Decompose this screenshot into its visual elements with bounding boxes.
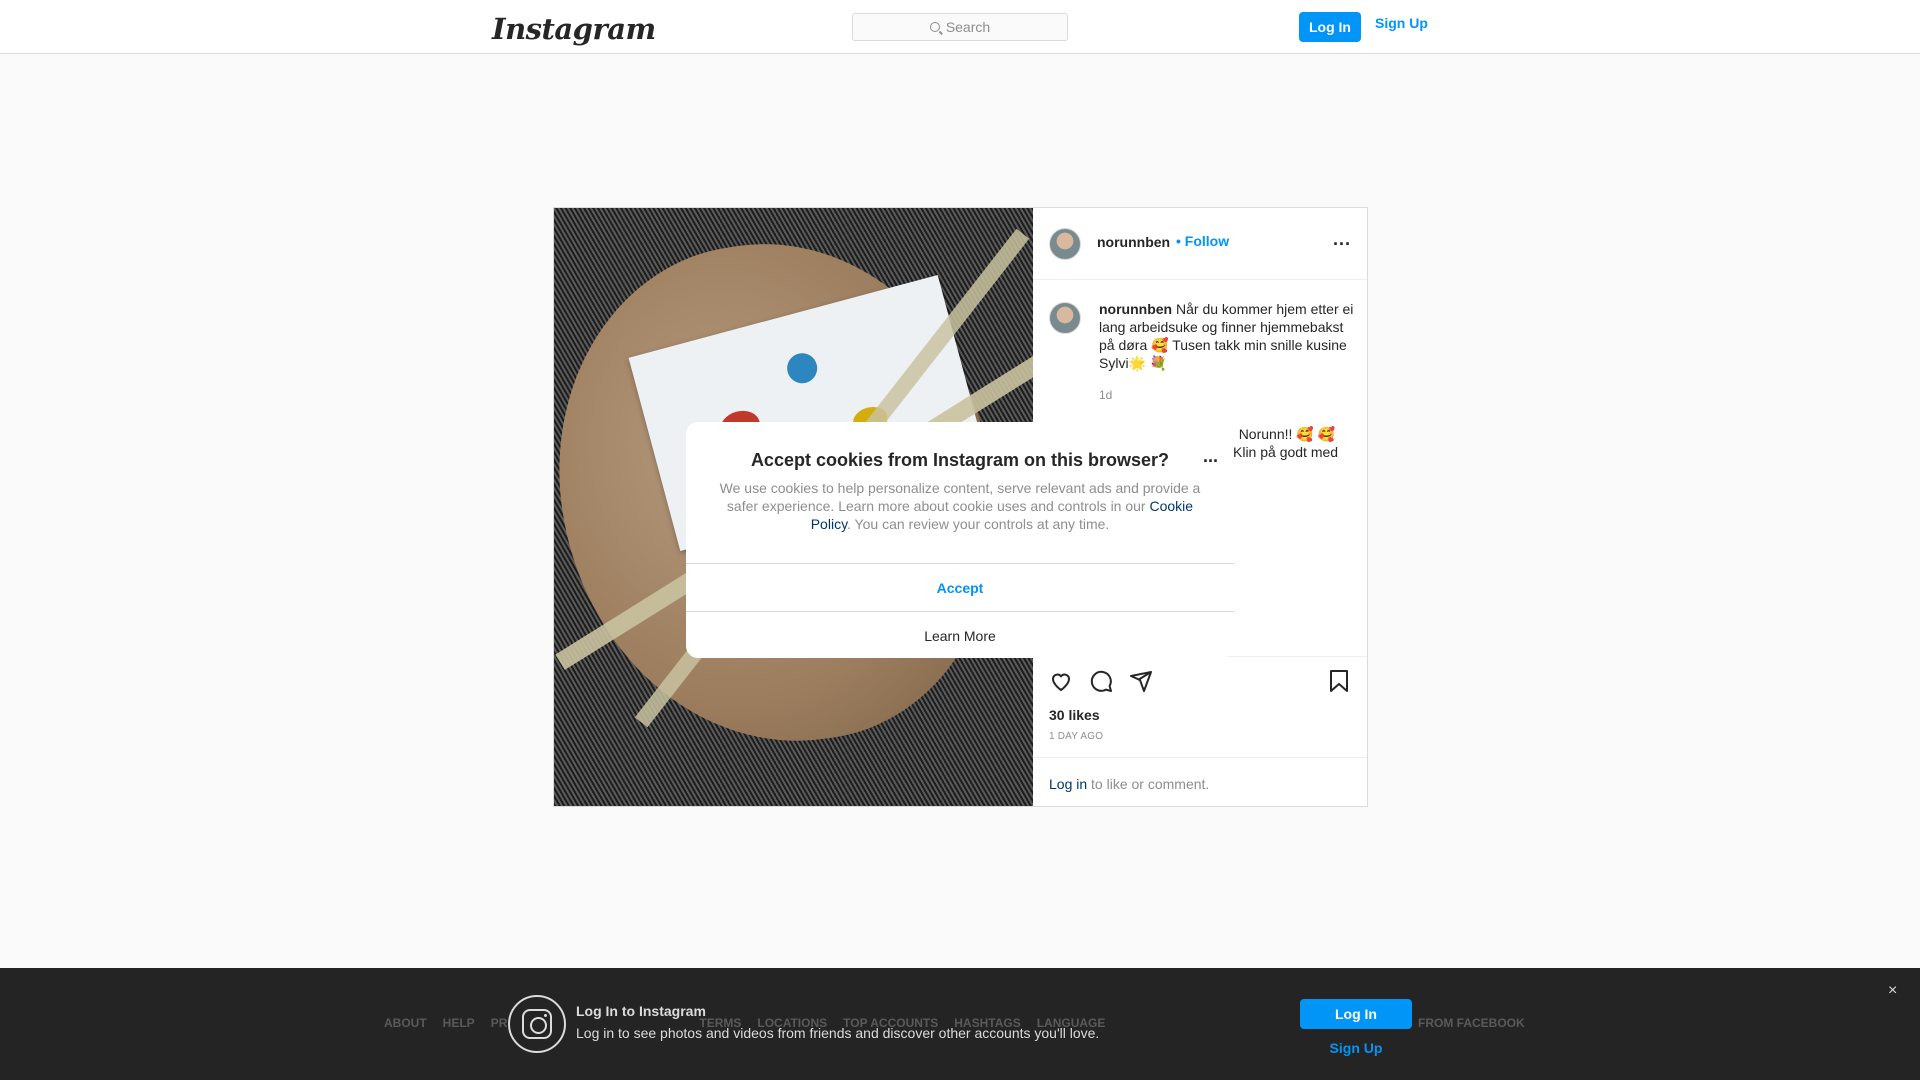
comment-icon[interactable] (1089, 669, 1113, 693)
post-caption: norunnben Når du kommer hjem etter ei la… (1099, 300, 1359, 372)
cookie-dialog-body: We use cookies to help personalize conte… (716, 479, 1204, 533)
banner-login-button[interactable]: Log In (1300, 999, 1412, 1029)
login-prompt-text: to like or comment. (1087, 776, 1210, 792)
accept-cookies-button[interactable]: Accept (686, 563, 1234, 611)
footer-link-press[interactable]: Pr (491, 1016, 508, 1030)
instagram-logo[interactable]: Instagram (492, 12, 656, 46)
cookie-dialog: Accept cookies from Instagram on this br… (686, 422, 1234, 658)
caption-username[interactable]: norunnben (1099, 301, 1172, 317)
login-to-comment: Log in to like or comment. (1033, 757, 1367, 807)
more-options-icon[interactable]: ... (1203, 446, 1218, 467)
banner-title: Log In to Instagram (576, 1003, 706, 1019)
banner-subtitle: Log in to see photos and videos from fri… (576, 1025, 1100, 1041)
copyright: FROM FACEBOOK (1418, 1016, 1525, 1030)
footer-link-about[interactable]: About (384, 1016, 427, 1030)
top-nav: Instagram Search Log In Sign Up (0, 0, 1920, 54)
learn-more-button[interactable]: Learn More (686, 611, 1234, 658)
caption-time[interactable]: 1d (1099, 388, 1112, 402)
avatar[interactable] (1049, 228, 1081, 260)
post-header: norunnben • Follow ... (1033, 208, 1367, 280)
like-count[interactable]: 30 likes (1049, 707, 1100, 723)
follow-button[interactable]: • Follow (1176, 233, 1229, 249)
header-login-button[interactable]: Log In (1299, 12, 1361, 42)
post-username[interactable]: norunnben (1097, 234, 1170, 250)
bookmark-icon[interactable] (1327, 669, 1351, 693)
search-placeholder: Search (945, 19, 991, 35)
close-icon[interactable]: × (1888, 982, 1897, 1000)
cookie-dialog-title: Accept cookies from Instagram on this br… (750, 450, 1170, 470)
search-input[interactable]: Search (852, 13, 1068, 41)
footer-link-help[interactable]: Help (443, 1016, 475, 1030)
header-signup-link[interactable]: Sign Up (1375, 15, 1428, 31)
cookie-body-text: . You can review your controls at any ti… (847, 516, 1110, 532)
instagram-camera-icon (508, 995, 566, 1053)
banner-signup-link[interactable]: Sign Up (1300, 1040, 1412, 1056)
share-icon[interactable] (1129, 669, 1153, 693)
cookie-body-text: We use cookies to help personalize conte… (719, 480, 1201, 514)
avatar[interactable] (1049, 302, 1081, 334)
search-icon (929, 22, 940, 32)
login-link[interactable]: Log in (1049, 776, 1087, 792)
heart-icon[interactable] (1049, 669, 1073, 693)
post-timestamp[interactable]: 1 DAY AGO (1049, 731, 1103, 742)
more-options-icon[interactable]: ... (1333, 229, 1351, 250)
post-actions: 30 likes 1 DAY AGO Log in to like or com… (1033, 656, 1367, 806)
